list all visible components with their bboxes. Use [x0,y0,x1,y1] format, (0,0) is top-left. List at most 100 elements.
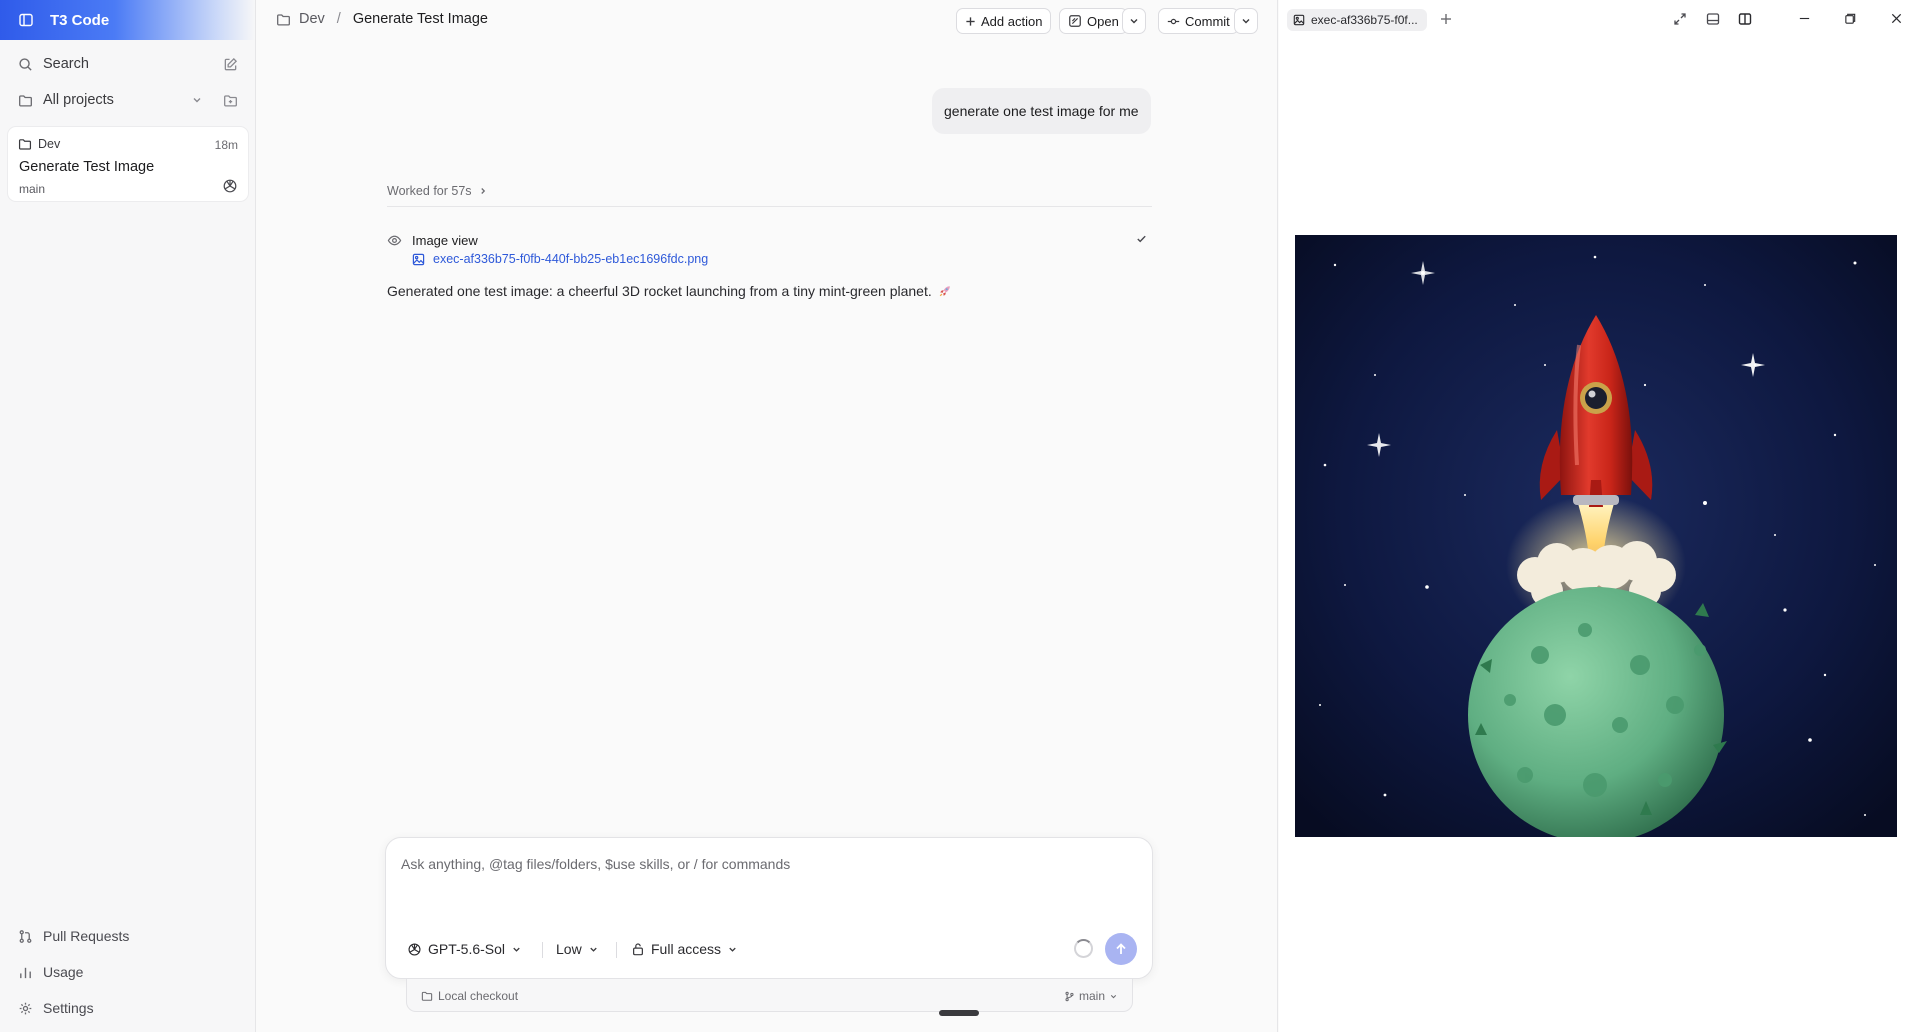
folder-icon [421,990,433,1002]
preview-tab[interactable]: exec-af336b75-f0f... [1287,9,1427,31]
folder-icon [18,93,33,108]
chevron-down-icon [1128,15,1140,27]
topbar: Dev / Generate Test Image Add action Ope… [256,0,1278,40]
commit-button[interactable]: Commit [1158,8,1239,34]
layout-split-icon[interactable] [1738,12,1752,26]
thread-branch: main [19,182,46,196]
open-label: Open [1087,13,1119,29]
arrow-up-icon [1114,942,1128,956]
thread-time: 18m [214,138,238,152]
effort-label: Low [556,941,582,957]
commit-icon [1167,15,1180,28]
minimize-icon[interactable] [1798,12,1811,25]
chevron-down-icon [588,944,599,955]
layout-bottom-icon[interactable] [1706,12,1720,26]
open-menu-chevron[interactable] [1122,8,1146,34]
branch-label-text: main [1078,989,1105,1003]
assistant-message: Generated one test image: a cheerful 3D … [387,283,952,299]
folder-icon [18,137,32,151]
tool-name: Image view [412,232,478,248]
page-title: Generate Test Image [352,11,488,27]
model-selector[interactable]: GPT-5.6-Sol [407,938,522,960]
sidebar-toggle-icon[interactable] [18,12,34,28]
thread-item[interactable]: Dev 18m Generate Test Image main [8,127,248,201]
new-thread-icon[interactable] [223,57,238,72]
lock-open-icon [631,942,645,956]
editor-icon [1068,14,1082,28]
chevron-down-icon [1240,15,1252,27]
checkout-label-text: Local checkout [438,989,519,1003]
search-icon [18,57,33,72]
chevron-down-icon[interactable] [191,94,203,106]
new-folder-icon[interactable] [223,93,238,108]
projects-label: All projects [43,92,114,108]
resize-handle[interactable] [939,1010,979,1016]
chevron-down-icon [727,944,738,955]
commit-menu-chevron[interactable] [1234,8,1258,34]
rocket-emoji-icon [938,284,952,298]
settings-link[interactable]: Settings [8,993,248,1023]
pull-requests-label: Pull Requests [43,928,130,944]
openai-logo-icon [222,178,238,194]
plus-icon [965,16,976,27]
search-label: Search [43,56,89,72]
branch-selector[interactable]: main [1064,989,1118,1003]
close-icon[interactable] [1890,12,1903,25]
image-file-icon [412,253,425,266]
commit-label: Commit [1185,13,1230,29]
sidebar-header: T3 Code [0,0,255,40]
generated-image-preview [1295,235,1897,837]
eye-icon [387,233,402,248]
sidebar: T3 Code Search All projects Dev 18m Gene… [0,0,256,1032]
breadcrumb: Dev / Generate Test Image [276,11,488,27]
message-input[interactable]: Ask anything, @tag files/folders, $use s… [401,856,790,872]
image-file-link[interactable]: exec-af336b75-f0fb-440f-bb25-eb1ec1696fd… [412,252,708,266]
main-panel: Dev / Generate Test Image Add action Ope… [256,0,1278,1032]
bar-chart-icon [18,965,33,980]
worked-for-toggle[interactable]: Worked for 57s [387,184,488,198]
loading-spinner-icon [1074,939,1093,958]
user-message: generate one test image for me [932,88,1151,134]
separator [616,942,617,958]
app-title: T3 Code [50,11,110,29]
open-button[interactable]: Open [1059,8,1128,34]
usage-label: Usage [43,964,84,980]
chevron-down-icon [1109,992,1118,1001]
openai-logo-icon [407,942,422,957]
usage-link[interactable]: Usage [8,957,248,987]
thread-project-label: Dev [38,137,61,151]
plus-icon[interactable] [1439,12,1453,26]
preview-tab-label: exec-af336b75-f0f... [1311,13,1418,27]
expand-icon[interactable] [1673,12,1687,26]
projects-dropdown[interactable]: All projects [8,85,248,115]
breadcrumb-project[interactable]: Dev [299,11,325,27]
add-action-label: Add action [981,13,1043,29]
breadcrumb-separator: / [336,11,341,27]
restore-icon[interactable] [1844,12,1857,25]
divider [387,206,1152,207]
image-file-icon [1293,14,1305,26]
gear-icon [18,1001,33,1016]
assistant-message-text: Generated one test image: a cheerful 3D … [387,283,932,299]
send-button[interactable] [1105,933,1137,965]
user-message-text: generate one test image for me [944,103,1139,119]
access-selector[interactable]: Full access [631,938,738,960]
thread-project: Dev [18,137,60,151]
tool-call-row: Image view [387,230,1152,250]
pull-request-icon [18,929,33,944]
pull-requests-link[interactable]: Pull Requests [8,921,248,951]
folder-icon [276,12,291,27]
check-icon [1135,232,1148,245]
settings-label: Settings [43,1000,94,1016]
effort-selector[interactable]: Low [556,938,599,960]
checkout-selector[interactable]: Local checkout [421,989,518,1003]
image-file-name: exec-af336b75-f0fb-440f-bb25-eb1ec1696fd… [433,252,709,266]
separator [542,942,543,958]
chevron-down-icon [511,944,522,955]
thread-title: Generate Test Image [19,159,155,175]
preview-panel: exec-af336b75-f0f... [1279,0,1920,1032]
search-button[interactable]: Search [8,49,248,79]
checkout-bar: Local checkout main [406,979,1133,1012]
model-label: GPT-5.6-Sol [428,941,506,957]
add-action-button[interactable]: Add action [956,8,1052,34]
